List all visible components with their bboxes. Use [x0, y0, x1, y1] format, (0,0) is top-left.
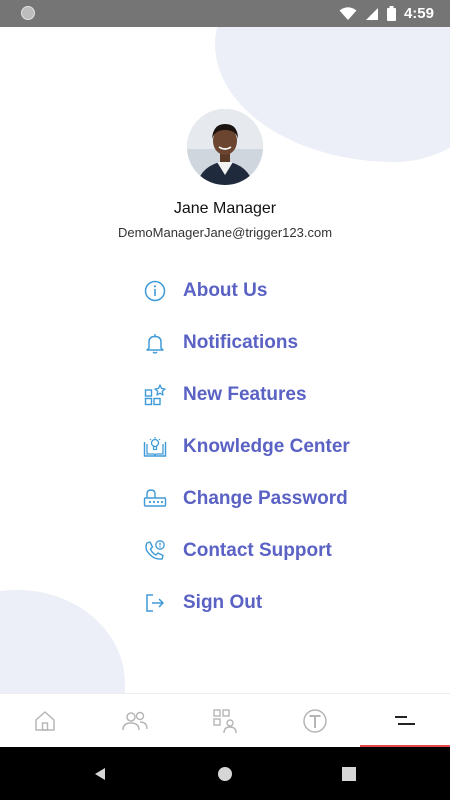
user-email: DemoManagerJane@trigger123.com — [117, 225, 333, 240]
menu-item-notifications[interactable]: Notifications — [143, 323, 423, 363]
system-nav-bar — [0, 747, 450, 800]
info-icon — [143, 279, 167, 303]
bell-icon — [143, 331, 167, 355]
status-time: 4:59 — [403, 5, 434, 22]
qr-user-icon — [213, 709, 237, 734]
sign-out-icon — [143, 591, 167, 615]
menu-item-about-us[interactable]: About Us — [143, 271, 423, 311]
recents-button[interactable] — [319, 747, 379, 800]
home-circle-icon — [218, 766, 232, 781]
menu-label-change-password: Change Password — [183, 488, 348, 509]
profile-menu-screen: Jane Manager DemoManagerJane@trigger123.… — [0, 27, 450, 693]
phone-support-icon — [143, 539, 167, 563]
menu-label-notifications: Notifications — [183, 332, 299, 353]
avatar-photo — [187, 109, 263, 185]
signal-icon — [365, 7, 378, 20]
knowledge-book-icon — [143, 435, 167, 459]
people-icon — [122, 711, 148, 731]
tab-people[interactable] — [90, 694, 180, 748]
decorative-blob-bottom — [0, 590, 125, 693]
trigger-t-icon — [303, 709, 327, 733]
new-features-icon — [143, 383, 167, 407]
menu-item-contact-support[interactable]: Contact Support — [143, 531, 423, 571]
menu-item-sign-out[interactable]: Sign Out — [143, 583, 423, 623]
tab-menu[interactable] — [360, 694, 450, 748]
battery-icon — [386, 6, 396, 21]
password-key-icon — [143, 487, 167, 511]
menu-item-new-features[interactable]: New Features — [143, 375, 423, 415]
status-bar: 4:59 — [0, 0, 450, 27]
menu-item-knowledge-center[interactable]: Knowledge Center — [143, 427, 423, 467]
wifi-icon — [339, 6, 357, 20]
menu-label-knowledge-center: Knowledge Center — [183, 436, 350, 457]
back-triangle-icon — [95, 767, 105, 780]
menu-label-new-features: New Features — [183, 384, 307, 405]
back-button[interactable] — [70, 747, 130, 800]
menu-label-sign-out: Sign Out — [183, 592, 263, 613]
menu-label-contact-support: Contact Support — [183, 540, 332, 561]
tab-home[interactable] — [0, 694, 90, 748]
home-icon — [35, 711, 55, 731]
bottom-tab-bar — [0, 693, 450, 748]
home-button[interactable] — [195, 747, 255, 800]
tab-qr-user[interactable] — [180, 694, 270, 748]
tab-trigger[interactable] — [270, 694, 360, 748]
menu-label-about-us: About Us — [183, 280, 268, 301]
menu-icon — [395, 716, 415, 725]
menu-item-change-password[interactable]: Change Password — [143, 479, 423, 519]
notification-dot-icon — [21, 6, 35, 20]
status-icons: 4:59 — [339, 0, 434, 27]
avatar[interactable] — [187, 109, 263, 185]
recents-square-icon — [342, 766, 356, 781]
user-name: Jane Manager — [173, 200, 277, 217]
